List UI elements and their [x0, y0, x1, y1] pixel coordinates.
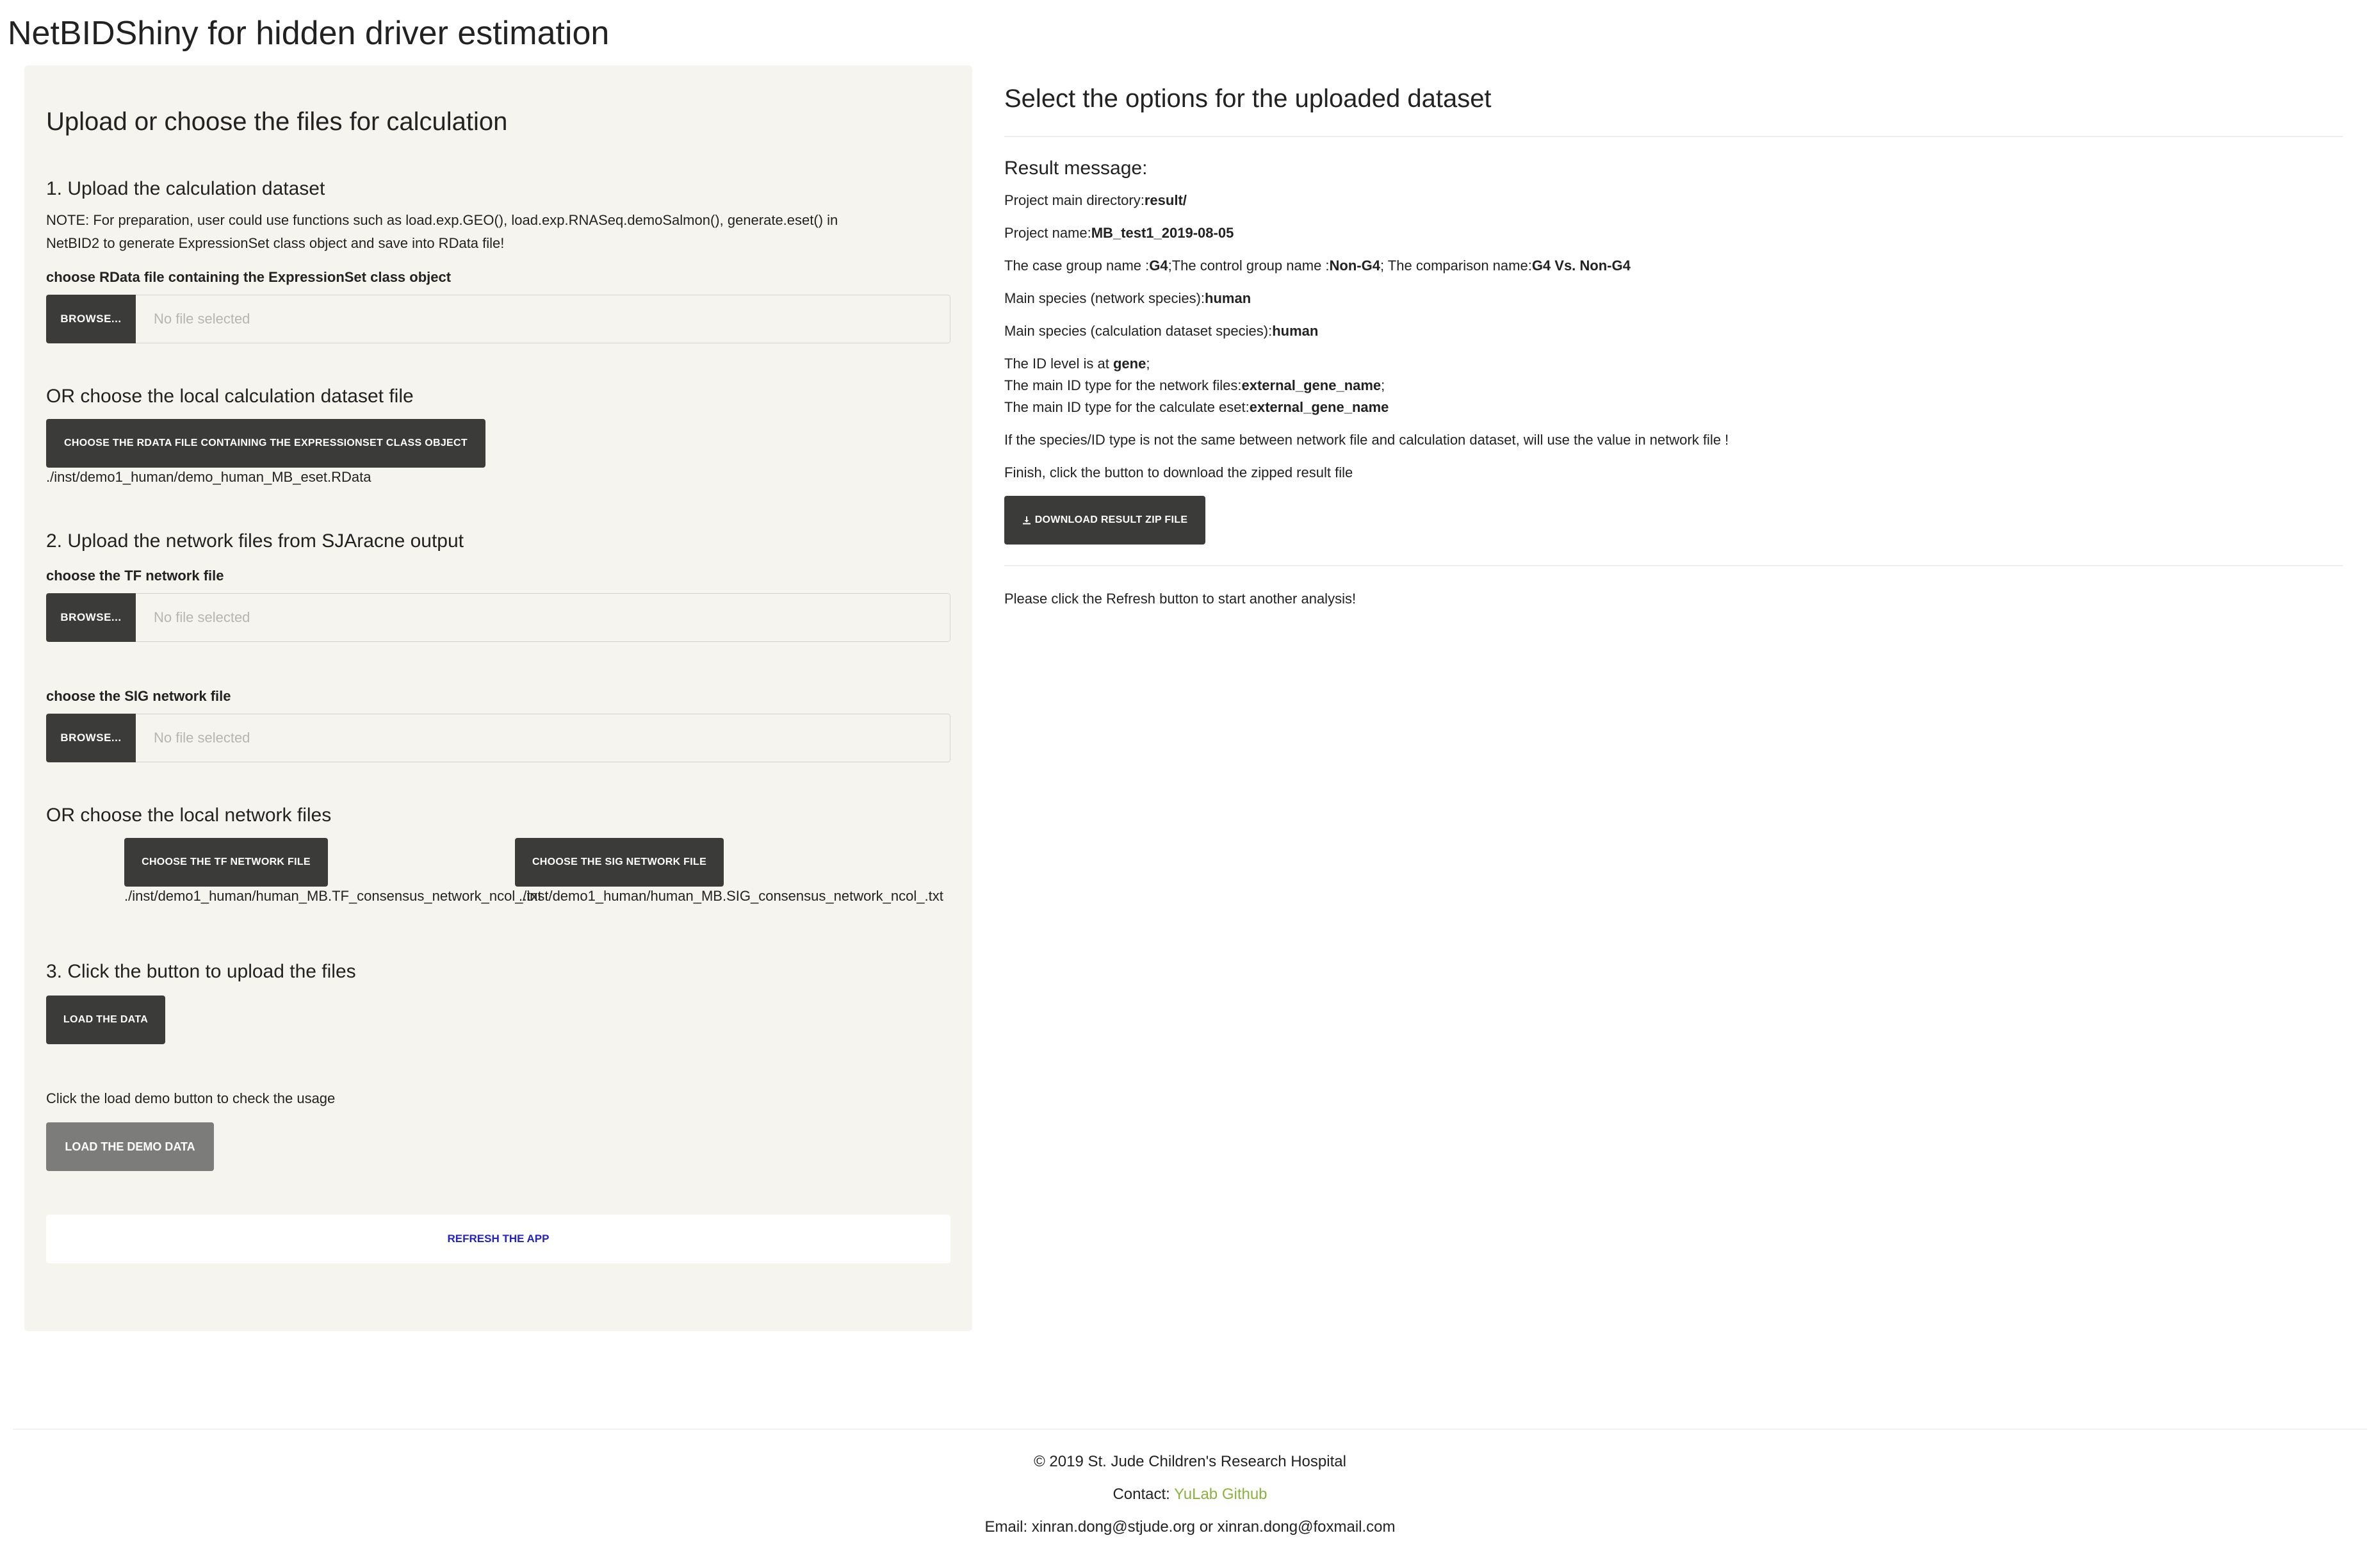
project-dir-label: Project main directory:	[1004, 192, 1145, 208]
project-name-line: Project name:MB_test1_2019-08-05	[1004, 225, 1234, 242]
tf-file-input[interactable]: BROWSE... No file selected	[46, 593, 950, 642]
divider-top	[1004, 136, 2343, 137]
network-id-suffix: ;	[1381, 377, 1385, 393]
local-dataset-heading: OR choose the local calculation dataset …	[46, 386, 414, 407]
options-heading: Select the options for the uploaded data…	[1004, 85, 1492, 113]
result-message-title: Result message:	[1004, 158, 1148, 179]
species-warning: If the species/ID type is not the same b…	[1004, 432, 1729, 448]
id-level-suffix: ;	[1146, 356, 1150, 372]
tf-browse-button[interactable]: BROWSE...	[46, 593, 136, 642]
local-network-heading: OR choose the local network files	[46, 805, 332, 826]
choose-tf-network-button[interactable]: CHOOSE THE TF NETWORK FILE	[124, 838, 328, 887]
project-dir-line: Project main directory:result/	[1004, 192, 1187, 209]
group-names-line: The case group name :G4;The control grou…	[1004, 258, 1631, 274]
footer-contact: Contact: YuLab Github	[0, 1486, 2380, 1504]
step1-heading: 1. Upload the calculation dataset	[46, 178, 325, 199]
step1-note-line1: NOTE: For preparation, user could use fu…	[46, 212, 838, 228]
eset-id-label: The main ID type for the calculate eset:	[1004, 399, 1250, 415]
project-name-label: Project name:	[1004, 225, 1091, 241]
contact-label: Contact:	[1113, 1486, 1175, 1503]
step3-heading: 3. Click the button to upload the files	[46, 961, 356, 982]
rdata-browse-button[interactable]: BROWSE...	[46, 295, 136, 343]
refresh-hint: Please click the Refresh button to start…	[1004, 591, 1357, 607]
yulab-github-link[interactable]: YuLab Github	[1174, 1486, 1267, 1503]
finish-hint: Finish, click the button to download the…	[1004, 464, 1353, 480]
rdata-file-input[interactable]: BROWSE... No file selected	[46, 295, 950, 343]
load-demo-button[interactable]: LOAD THE DEMO DATA	[46, 1122, 214, 1171]
step2-heading: 2. Upload the network files from SJAracn…	[46, 530, 464, 552]
eset-id-value: external_gene_name	[1249, 399, 1389, 415]
network-id-line: The main ID type for the network files:e…	[1004, 377, 1385, 394]
app-title: NetBIDShiny for hidden driver estimation	[8, 15, 610, 52]
sig-network-path: ./inst/demo1_human/human_MB.SIG_consensu…	[519, 888, 943, 904]
id-level-line: The ID level is at gene;	[1004, 356, 1150, 372]
case-label: The case group name :	[1004, 258, 1150, 274]
network-id-label: The main ID type for the network files:	[1004, 377, 1242, 393]
footer-divider	[13, 1429, 2367, 1430]
chosen-rdata-path: ./inst/demo1_human/demo_human_MB_eset.RD…	[46, 469, 371, 485]
rdata-file-label: choose RData file containing the Express…	[46, 269, 452, 285]
load-data-button[interactable]: LOAD THE DATA	[46, 996, 165, 1044]
network-id-value: external_gene_name	[1241, 377, 1382, 393]
id-level-label: The ID level is at	[1004, 356, 1113, 372]
rdata-file-field[interactable]: No file selected	[136, 295, 950, 343]
divider-bottom	[1004, 565, 2343, 566]
comparison-label: ; The comparison name:	[1380, 258, 1532, 274]
calc-species-value: human	[1272, 323, 1319, 339]
footer-copyright: © 2019 St. Jude Children's Research Hosp…	[1034, 1453, 1346, 1470]
choose-rdata-button[interactable]: CHOOSE THE RDATA FILE CONTAINING THE EXP…	[46, 419, 485, 468]
network-species-line: Main species (network species):human	[1004, 290, 1251, 307]
network-species-value: human	[1205, 290, 1251, 306]
upload-panel: Upload or choose the files for calculati…	[24, 65, 972, 1331]
control-value: Non-G4	[1329, 258, 1380, 274]
sig-browse-button[interactable]: BROWSE...	[46, 714, 136, 762]
footer-email: Email: xinran.dong@stjude.org or xinran.…	[984, 1518, 1396, 1536]
control-label: ;The control group name :	[1168, 258, 1330, 274]
sig-file-input[interactable]: BROWSE... No file selected	[46, 714, 950, 762]
refresh-app-button[interactable]: REFRESH THE APP	[46, 1215, 950, 1263]
download-icon	[1022, 516, 1031, 525]
upload-panel-heading: Upload or choose the files for calculati…	[46, 108, 508, 136]
network-species-label: Main species (network species):	[1004, 290, 1205, 306]
project-name-value: MB_test1_2019-08-05	[1091, 225, 1234, 241]
tf-network-label: choose the TF network file	[46, 568, 224, 584]
calc-species-line: Main species (calculation dataset specie…	[1004, 323, 1318, 340]
tf-file-field[interactable]: No file selected	[136, 593, 950, 642]
project-dir-value: result/	[1144, 192, 1187, 208]
calc-species-label: Main species (calculation dataset specie…	[1004, 323, 1273, 339]
download-result-button[interactable]: DOWNLOAD RESULT ZIP FILE	[1004, 496, 1205, 545]
tf-network-path: ./inst/demo1_human/human_MB.TF_consensus…	[124, 888, 542, 904]
choose-sig-network-button[interactable]: CHOOSE THE SIG NETWORK FILE	[515, 838, 724, 887]
download-button-label: DOWNLOAD RESULT ZIP FILE	[1034, 514, 1188, 525]
comparison-value: G4 Vs. Non-G4	[1531, 258, 1631, 274]
demo-hint: Click the load demo button to check the …	[46, 1090, 336, 1106]
id-level-value: gene	[1113, 356, 1146, 372]
step1-note-line2: NetBID2 to generate ExpressionSet class …	[46, 235, 505, 251]
case-value: G4	[1149, 258, 1168, 274]
sig-network-label: choose the SIG network file	[46, 688, 231, 704]
sig-file-field[interactable]: No file selected	[136, 714, 950, 762]
eset-id-line: The main ID type for the calculate eset:…	[1004, 399, 1389, 416]
